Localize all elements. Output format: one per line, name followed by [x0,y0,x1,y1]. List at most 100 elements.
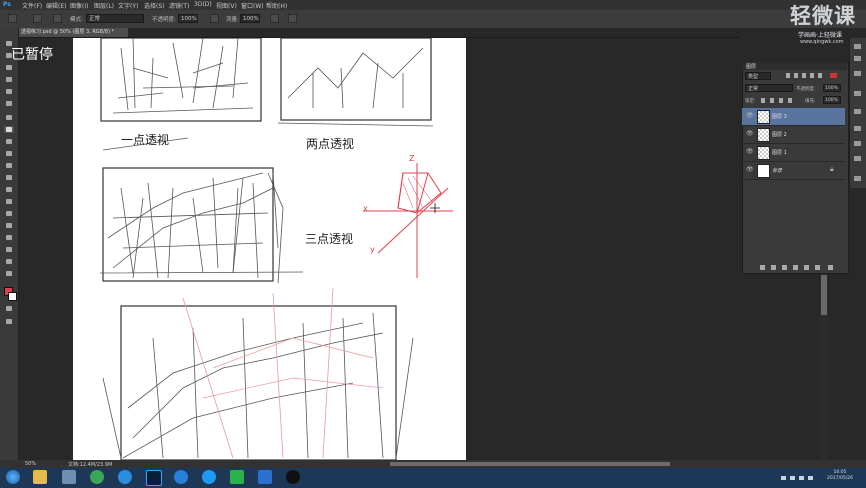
fill-label: 填充: [805,99,816,104]
zoom-level[interactable]: 50% [25,461,36,467]
menu-select[interactable]: 选择(S) [144,1,165,10]
doc-size: 文档:12.4M/23.9M [68,462,113,468]
menu-filter[interactable]: 滤镜(T) [169,1,189,10]
brush-panel-icon[interactable] [53,14,62,23]
history-panel-icon[interactable] [852,43,862,50]
screen-mode-icon[interactable] [4,318,14,325]
history-brush-icon[interactable] [4,150,14,157]
lock-label: 锁定: [745,99,756,104]
layer-name: 图层 1 [772,150,787,156]
browser-icon-2[interactable] [202,470,216,484]
label-two-point: 两点透视 [306,137,355,151]
channels-panel-icon[interactable] [852,125,862,132]
menu-type[interactable]: 文字(Y) [118,1,138,10]
settings-icon[interactable] [62,470,76,484]
layers-footer-icons[interactable] [758,264,843,271]
menu-window[interactable]: 窗口(W) [241,1,264,10]
background-color-swatch[interactable] [8,292,17,301]
label-three-point: 三点透视 [305,232,354,246]
options-bar: 模式: 正常 不透明度: 100% 流量: 100% [0,10,866,29]
hand-tool-icon[interactable] [4,258,14,265]
swatches-panel-icon[interactable] [852,90,862,97]
eye-icon[interactable]: 👁 [746,130,754,137]
pen-tool-icon[interactable] [4,210,14,217]
menu-layer[interactable]: 图层(L) [94,1,114,10]
start-button-icon[interactable] [6,470,20,484]
browser-icon[interactable] [174,470,188,484]
pressure-size-icon[interactable] [288,14,297,23]
layers-panel-header: 图层 [742,62,847,70]
layer-blend-mode-select[interactable]: 正常 [745,84,793,92]
opacity-input[interactable]: 100% [178,14,198,23]
menu-image[interactable]: 图像(I) [70,1,88,10]
dodge-tool-icon[interactable] [4,198,14,205]
adjustments-panel-icon[interactable] [852,108,862,115]
lasso-tool-icon[interactable] [4,64,14,71]
watermark-slogan: 学画画·上轻微课 [798,32,842,39]
recorder-icon[interactable] [286,470,300,484]
shape-tool-icon[interactable] [4,246,14,253]
app-icon[interactable] [90,470,104,484]
eraser-tool-icon[interactable] [4,162,14,169]
eye-icon[interactable]: 👁 [746,112,754,119]
path-select-tool-icon[interactable] [4,234,14,241]
lock-icon: 🔒︎ [830,165,834,173]
healing-tool-icon[interactable] [4,114,14,121]
airbrush-icon[interactable] [270,14,279,23]
paths-panel-icon[interactable] [852,140,862,147]
vertical-scroll-thumb[interactable] [821,275,827,315]
flow-label: 流量: [226,17,239,23]
menu-view[interactable]: 视图(V) [216,1,237,10]
mode-select[interactable]: 正常 [86,14,144,23]
layers-tab[interactable]: 图层 [746,63,756,70]
mode-label: 模式: [70,17,83,23]
ie-icon[interactable] [118,470,132,484]
eyedropper-tool-icon[interactable] [4,100,14,107]
zoom-tool-icon[interactable] [4,270,14,277]
blur-tool-icon[interactable] [4,186,14,193]
axis-y-label: y [370,245,375,254]
menu-file[interactable]: 文件(F) [22,1,42,10]
axis-z-label: Z [409,154,415,163]
eye-icon[interactable]: 👁 [746,166,754,173]
layer-name: 图层 2 [772,132,787,138]
layer-thumbnail [757,146,770,160]
document-canvas[interactable]: 一点透视 两点透视 三点透视 Z x y [73,38,466,460]
brush-preset-icon[interactable] [33,14,42,23]
brush-tool-icon[interactable] [4,126,14,133]
watermark-logo: 轻微课 [790,4,856,28]
eye-icon[interactable]: 👁 [746,148,754,155]
chat-app-icon[interactable] [230,470,244,484]
menu-edit[interactable]: 编辑(E) [46,1,66,10]
character-panel-icon[interactable] [852,175,862,182]
flow-input[interactable]: 100% [240,14,260,23]
fill-input[interactable]: 100% [823,96,841,104]
paused-overlay: 已暂停 [11,47,53,63]
brush-tool-icon[interactable] [8,14,17,23]
document-tab[interactable]: 透视练习.psd @ 50% (图层 3, RGB/8) * [18,28,128,37]
quick-select-tool-icon[interactable] [4,76,14,83]
type-tool-icon[interactable] [4,222,14,229]
layer-filter-select[interactable]: 类型 [745,72,771,80]
brush-panel-icon[interactable] [852,155,862,162]
explorer-icon[interactable] [33,470,47,484]
crop-tool-icon[interactable] [4,88,14,95]
layer-filter-icons[interactable] [785,72,840,79]
lock-icons[interactable] [760,97,800,104]
photoshop-icon[interactable] [146,470,162,486]
tray-icons[interactable] [780,474,816,482]
horizontal-scroll-thumb[interactable] [390,462,670,466]
layer-opacity-input[interactable]: 100% [823,84,841,92]
stamp-tool-icon[interactable] [4,138,14,145]
color-panel-icon[interactable] [852,70,862,77]
menu-help[interactable]: 帮助(H) [266,1,287,10]
properties-panel-icon[interactable] [852,55,862,62]
opacity-label: 不透明度: [152,17,176,23]
taskbar-clock[interactable]: 16:05 2017/05/26 [820,470,860,482]
menu-3d[interactable]: 3D(D) [194,1,212,8]
pressure-opacity-icon[interactable] [210,14,219,23]
word-icon[interactable] [258,470,272,484]
quick-mask-icon[interactable] [4,305,14,312]
gradient-tool-icon[interactable] [4,174,14,181]
layer-name: 图层 3 [772,114,787,120]
